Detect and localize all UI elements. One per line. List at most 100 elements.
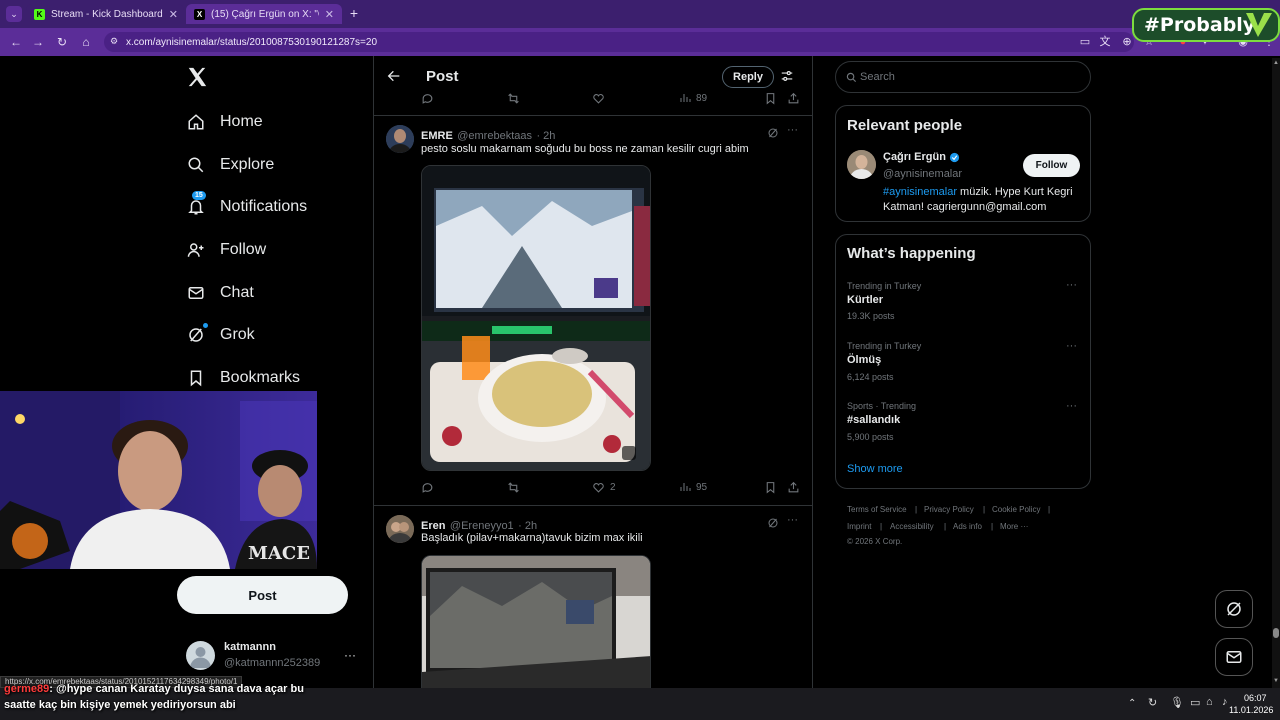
views-action[interactable]: 89: [679, 92, 707, 104]
trend-item[interactable]: Trending in Turkey Ölmüş 6,124 posts ···: [836, 335, 1090, 393]
person-name-row[interactable]: Çağrı Ergün: [883, 151, 960, 163]
tweet-photo[interactable]: [421, 555, 651, 688]
sidebar-item-label: Grok: [220, 326, 255, 343]
tray-chevron-icon[interactable]: ⌃: [1128, 698, 1136, 709]
footer-terms-link[interactable]: Terms of Service: [847, 505, 907, 514]
tray-sync-icon[interactable]: ↻: [1148, 696, 1157, 709]
tray-mic-icon[interactable]: 🎙: [1170, 696, 1184, 709]
trend-more-icon[interactable]: ···: [1066, 279, 1077, 291]
bio-hashtag-link[interactable]: #aynisinemalar: [883, 186, 957, 198]
sidebar-item-bookmarks[interactable]: Bookmarks: [186, 363, 300, 393]
footer-accessibility-link[interactable]: Accessibility: [890, 522, 934, 531]
tray-monitor-icon[interactable]: ▭: [1190, 696, 1200, 709]
footer-more-link[interactable]: More ···: [1000, 522, 1028, 531]
back-arrow-icon[interactable]: [386, 68, 402, 84]
x-logo-icon[interactable]: [186, 66, 208, 88]
zoom-icon[interactable]: ⊕: [1120, 35, 1134, 49]
share-action[interactable]: [787, 481, 800, 494]
footer-ads-link[interactable]: Ads info: [953, 522, 982, 531]
like-action[interactable]: 2: [592, 481, 616, 494]
trend-more-icon[interactable]: ···: [1066, 400, 1077, 412]
repost-action[interactable]: [507, 481, 520, 494]
views-action[interactable]: 95: [679, 481, 707, 493]
tweet-time[interactable]: · 2h: [536, 130, 555, 142]
close-tab-icon[interactable]: ✕: [169, 8, 178, 21]
post-button[interactable]: Post: [177, 576, 348, 614]
sidebar-item-follow[interactable]: Follow: [186, 235, 266, 265]
new-tab-icon[interactable]: +: [346, 5, 362, 21]
translate-icon[interactable]: 文: [1098, 35, 1112, 49]
scrollbar-up-arrow[interactable]: ▲: [1273, 60, 1279, 66]
sidebar-item-explore[interactable]: Explore: [186, 150, 274, 180]
grok-explain-icon[interactable]: [767, 126, 779, 144]
tweet-avatar[interactable]: [386, 125, 414, 153]
reply-action[interactable]: [421, 481, 434, 494]
follow-button[interactable]: Follow: [1023, 154, 1080, 177]
reply-action[interactable]: [421, 92, 434, 105]
tweet-time[interactable]: · 2h: [518, 520, 537, 532]
grok-float-button[interactable]: [1215, 590, 1253, 628]
repost-action[interactable]: [507, 92, 520, 105]
tweet-photo[interactable]: [421, 165, 651, 471]
trend-more-icon[interactable]: ···: [1066, 340, 1077, 352]
tab-x-post[interactable]: X (15) Çağrı Ergün on X: "Cumart ✕: [186, 4, 342, 24]
reply-icon: [422, 483, 433, 493]
site-info-icon[interactable]: ⚙: [110, 36, 118, 47]
sidebar-item-chat[interactable]: Chat: [186, 278, 254, 308]
scrollbar-down-arrow[interactable]: ▼: [1273, 678, 1279, 684]
reload-icon[interactable]: ↻: [54, 34, 70, 50]
forward-icon[interactable]: →: [30, 34, 46, 50]
search-input[interactable]: Search: [835, 61, 1091, 93]
trend-meta: Sports · Trending: [847, 401, 917, 411]
trend-item[interactable]: Trending in Turkey Kürtler 19.3K posts ·…: [836, 275, 1090, 333]
cast-icon[interactable]: ▭: [1078, 35, 1092, 49]
show-more-link[interactable]: Show more: [847, 463, 903, 475]
overlay-badge-text: #Probably: [1144, 14, 1256, 36]
mail-icon: [1226, 651, 1242, 663]
post-header: Post Reply: [374, 58, 812, 94]
account-avatar[interactable]: [186, 641, 215, 670]
bookmark-action[interactable]: [764, 92, 777, 105]
like-action[interactable]: [592, 92, 605, 105]
footer-cookie-link[interactable]: Cookie Policy: [992, 505, 1040, 514]
clock-date[interactable]: 11.01.2026: [1229, 705, 1273, 715]
grok-explain-icon[interactable]: [767, 516, 779, 534]
bookmark-action[interactable]: [764, 481, 777, 494]
reply-button-label: Reply: [733, 71, 763, 83]
close-tab-icon[interactable]: ✕: [325, 8, 334, 21]
footer-imprint-link[interactable]: Imprint: [847, 522, 871, 531]
back-icon[interactable]: ←: [8, 34, 24, 50]
tray-volume-icon[interactable]: ♪: [1222, 696, 1228, 708]
share-action[interactable]: [787, 92, 800, 105]
alt-photo-icon[interactable]: [622, 446, 636, 460]
clock-time[interactable]: 06:07: [1244, 693, 1267, 703]
tweet-avatar[interactable]: [386, 515, 414, 543]
tweet-more-icon[interactable]: ···: [787, 124, 798, 136]
scrollbar-thumb[interactable]: [1273, 628, 1279, 638]
tweet-author-handle[interactable]: @Ereneyyo1: [450, 520, 514, 532]
tab-kick-dashboard[interactable]: K Stream - Kick Dashboard ✕: [26, 4, 184, 24]
page-scrollbar[interactable]: ▲ ▼: [1272, 58, 1280, 688]
tweet-author-handle[interactable]: @emrebektaas: [457, 130, 532, 142]
footer-privacy-link[interactable]: Privacy Policy: [924, 505, 974, 514]
sidebar-item-notifications[interactable]: 15 Notifications: [186, 191, 307, 222]
bookmark-icon: [766, 482, 775, 494]
sidebar-item-home[interactable]: Home: [186, 107, 263, 137]
url-field[interactable]: ⚙ x.com/aynisinemalar/status/20100875301…: [104, 32, 1134, 52]
person-avatar[interactable]: [847, 150, 876, 179]
tray-network-icon[interactable]: ⌂: [1206, 696, 1213, 708]
bookmark-icon: [186, 368, 206, 388]
trend-item[interactable]: Sports · Trending #sallandık 5,900 posts…: [836, 396, 1090, 454]
home-browser-icon[interactable]: ⌂: [78, 34, 94, 50]
tweet-author-name[interactable]: Eren: [421, 520, 445, 532]
sidebar-item-grok[interactable]: Grok: [186, 320, 255, 350]
tweet-more-icon[interactable]: ···: [787, 514, 798, 526]
home-icon: [186, 112, 206, 132]
messages-float-button[interactable]: [1215, 638, 1253, 676]
tweet-author-name[interactable]: EMRE: [421, 130, 453, 142]
grok-dot: [203, 323, 208, 328]
reply-button[interactable]: Reply: [722, 66, 774, 88]
tab-list-dropdown-icon[interactable]: ⌄: [6, 6, 22, 22]
reply-settings-icon[interactable]: [780, 69, 794, 83]
account-more-icon[interactable]: ···: [344, 648, 356, 662]
